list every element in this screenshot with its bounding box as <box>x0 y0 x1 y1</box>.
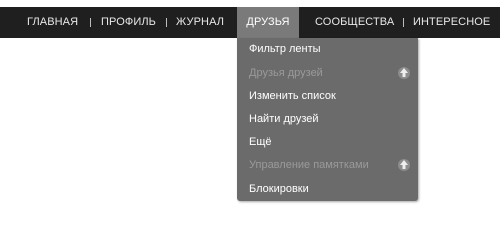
menu-item-edit-list[interactable]: Изменить список <box>249 88 336 104</box>
nav-separator <box>166 18 167 27</box>
page: ГЛАВНАЯ ПРОФИЛЬ ЖУРНАЛ ДРУЗЬЯ СООБЩЕСТВА… <box>0 0 500 207</box>
nav-item-home[interactable]: ГЛАВНАЯ <box>27 7 78 38</box>
menu-item-feed-filter[interactable]: Фильтр ленты <box>249 41 321 57</box>
top-navigation-bar: ГЛАВНАЯ ПРОФИЛЬ ЖУРНАЛ ДРУЗЬЯ СООБЩЕСТВА… <box>0 7 500 38</box>
nav-separator <box>403 18 404 27</box>
menu-item-more[interactable]: Ещё <box>249 134 272 150</box>
pin-icon[interactable] <box>397 158 411 172</box>
nav-item-communities[interactable]: СООБЩЕСТВА <box>315 7 394 38</box>
menu-item-manage-notes: Управление памятками <box>249 159 369 171</box>
nav-item-interesting[interactable]: ИНТЕРЕСНОЕ <box>413 7 490 38</box>
nav-item-journal[interactable]: ЖУРНАЛ <box>176 7 224 38</box>
pin-icon[interactable] <box>397 66 411 80</box>
nav-item-friends[interactable]: ДРУЗЬЯ <box>237 7 299 38</box>
menu-item-friends-of-friends: Друзья друзей <box>249 67 323 79</box>
friends-dropdown-menu: Фильтр ленты Друзья друзей Изменить спис… <box>237 38 418 201</box>
menu-item-blocks[interactable]: Блокировки <box>249 181 309 197</box>
nav-separator <box>90 18 91 27</box>
nav-item-profile[interactable]: ПРОФИЛЬ <box>101 7 156 38</box>
menu-item-find-friends[interactable]: Найти друзей <box>249 111 319 127</box>
